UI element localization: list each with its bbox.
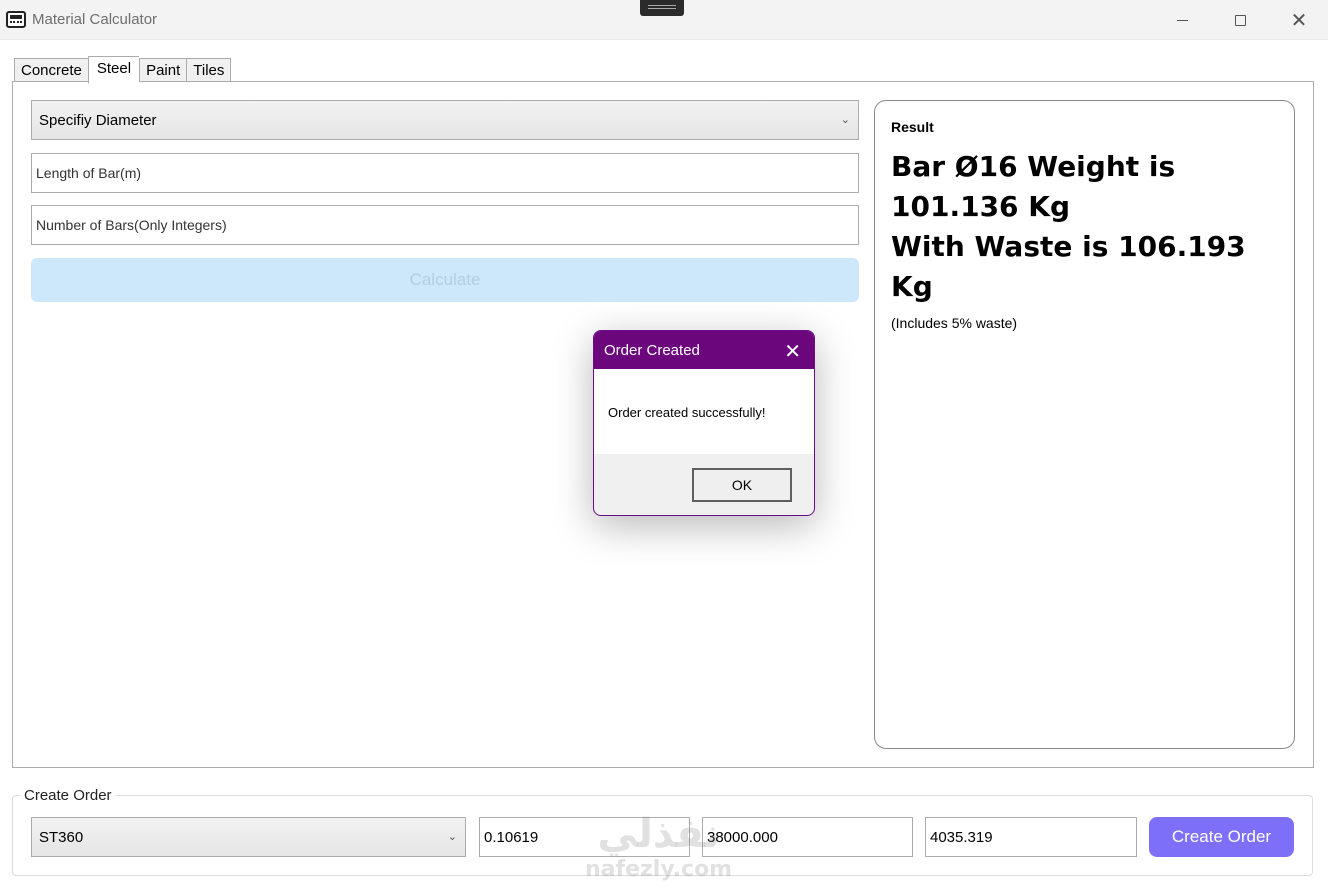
watermark-arabic: نفذلي xyxy=(597,811,720,857)
dialog-message: Order created successfully! xyxy=(608,405,766,420)
window-title: Material Calculator xyxy=(32,11,158,28)
result-text: Bar Ø16 Weight is 101.136 Kg With Waste … xyxy=(891,147,1278,307)
app-icon xyxy=(6,11,26,28)
result-weight: Bar Ø16 Weight is 101.136 Kg xyxy=(891,150,1176,223)
maximize-button[interactable] xyxy=(1211,0,1269,40)
minimize-button[interactable] xyxy=(1153,0,1211,40)
dialog-ok-button[interactable]: OK xyxy=(692,468,792,502)
diameter-dropdown-value: Specifiy Diameter xyxy=(39,112,157,129)
result-note: (Includes 5% waste) xyxy=(891,315,1018,331)
tab-steel[interactable]: Steel xyxy=(87,56,140,84)
bar-length-input[interactable]: Length of Bar(m) xyxy=(31,153,859,193)
dialog-title-bar: Order Created ✕ xyxy=(594,331,814,369)
create-order-button[interactable]: Create Order xyxy=(1149,817,1294,857)
drag-handle[interactable] xyxy=(640,0,684,16)
dialog-title: Order Created xyxy=(604,342,700,359)
order-field-3[interactable]: 4035.319 xyxy=(925,817,1137,857)
dialog-body: Order created successfully! xyxy=(594,369,814,454)
maximize-icon xyxy=(1234,14,1246,26)
create-order-legend: Create Order xyxy=(20,787,116,804)
diameter-dropdown[interactable]: Specifiy Diameter ⌄ xyxy=(31,100,859,140)
material-select[interactable]: ST360 ⌄ xyxy=(31,817,466,857)
watermark-latin: nafezly.com xyxy=(585,857,733,882)
calculate-button[interactable]: Calculate xyxy=(31,258,859,302)
bar-count-input[interactable]: Number of Bars(Only Integers) xyxy=(31,205,859,245)
close-button[interactable]: ✕ xyxy=(1270,0,1328,40)
chevron-down-icon: ⌄ xyxy=(447,831,457,843)
close-icon: ✕ xyxy=(1290,9,1308,32)
result-label: Result xyxy=(891,119,934,135)
minimize-icon xyxy=(1176,19,1188,21)
dialog-close-icon[interactable]: ✕ xyxy=(784,339,801,364)
title-bar: Material Calculator ✕ xyxy=(0,0,1328,40)
order-created-dialog: Order Created ✕ Order created successful… xyxy=(593,330,815,516)
tab-strip: Concrete Steel Paint Tiles xyxy=(14,56,232,84)
watermark: نفذلي nafezly.com xyxy=(585,810,732,882)
result-waste: With Waste is 106.193 Kg xyxy=(891,230,1246,303)
chevron-down-icon: ⌄ xyxy=(840,114,850,126)
material-select-value: ST360 xyxy=(39,829,84,846)
result-panel: Result Bar Ø16 Weight is 101.136 Kg With… xyxy=(874,100,1295,749)
order-field-2[interactable]: 38000.000 xyxy=(702,817,913,857)
